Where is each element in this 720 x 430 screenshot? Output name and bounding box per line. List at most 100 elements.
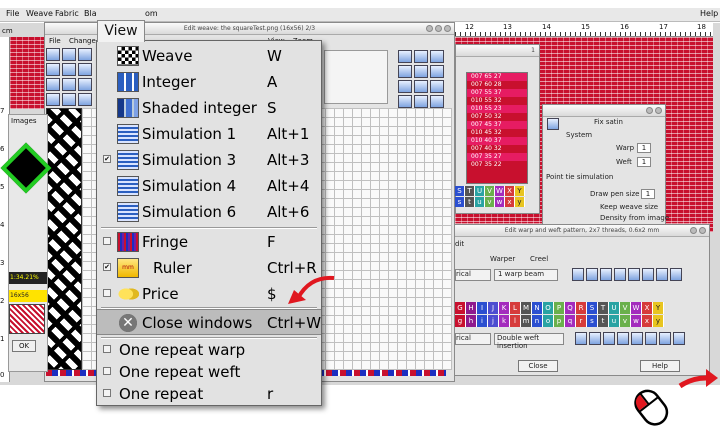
tool-icon[interactable]: [62, 63, 76, 76]
menu-file[interactable]: File: [6, 9, 19, 18]
arrow-down-icon[interactable]: [414, 95, 428, 108]
window-minimize-icon[interactable]: [426, 25, 433, 32]
tool-icon[interactable]: [46, 63, 60, 76]
menu-item-simulation-6[interactable]: Simulation 6 Alt+6: [97, 199, 321, 225]
pencil-icon[interactable]: [430, 50, 444, 63]
arrow-up-icon[interactable]: [398, 95, 412, 108]
color-list-item[interactable]: 007 35 22: [467, 161, 527, 169]
paint-icon[interactable]: [642, 268, 654, 281]
color-letter[interactable]: v: [485, 197, 495, 207]
window-close-icon[interactable]: [655, 107, 662, 114]
arrow-left-icon[interactable]: [398, 50, 412, 63]
color-list-item[interactable]: 007 55 37: [467, 89, 527, 97]
tool-icon[interactable]: [46, 93, 60, 106]
tool-icon[interactable]: [46, 78, 60, 91]
color-letter[interactable]: w: [495, 197, 505, 207]
color-letter[interactable]: s: [455, 197, 465, 207]
warp-letter[interactable]: s: [587, 315, 598, 327]
color-list-item[interactable]: 007 50 32: [467, 113, 527, 121]
creel-option[interactable]: Creel: [530, 255, 548, 263]
warp-letter[interactable]: H: [466, 302, 477, 314]
tool-icon[interactable]: [78, 63, 92, 76]
warp-letter[interactable]: l: [510, 315, 521, 327]
warp-letter[interactable]: r: [576, 315, 587, 327]
warp-letter[interactable]: O: [543, 302, 554, 314]
color-letter[interactable]: x: [505, 197, 515, 207]
arrow-up-icon[interactable]: [398, 80, 412, 93]
warp-letter[interactable]: k: [499, 315, 510, 327]
tool-icon[interactable]: [46, 48, 60, 61]
weave-pattern-column[interactable]: [46, 108, 82, 370]
menu-zoom[interactable]: om: [145, 9, 158, 18]
warp-letter[interactable]: w: [631, 315, 642, 327]
color-letter[interactable]: V: [485, 186, 495, 196]
keep-weave-size-toggle[interactable]: Keep weave size: [600, 203, 658, 211]
color-letter[interactable]: Y: [515, 186, 525, 196]
warp-letter[interactable]: I: [477, 302, 488, 314]
draw-pen-size-input[interactable]: 1: [641, 189, 655, 199]
arrow-right-icon[interactable]: [628, 268, 640, 281]
warp-letter[interactable]: R: [576, 302, 587, 314]
menu-item-close-windows[interactable]: ✕ Close windows Ctrl+W: [97, 309, 321, 335]
color-letter[interactable]: X: [505, 186, 515, 196]
window-minimize-icon[interactable]: [690, 227, 697, 234]
color-letter[interactable]: y: [515, 197, 525, 207]
warp-letter[interactable]: J: [488, 302, 499, 314]
warp-letter[interactable]: i: [477, 315, 488, 327]
tool-icon[interactable]: [78, 78, 92, 91]
menu-help[interactable]: Help: [700, 9, 718, 18]
direction-select-2[interactable]: rical: [455, 333, 491, 345]
color-list-item[interactable]: 007 60 28: [467, 81, 527, 89]
warp-letter[interactable]: t: [598, 315, 609, 327]
ok-button[interactable]: OK: [12, 340, 36, 352]
color-letter[interactable]: T: [465, 186, 475, 196]
density-from-image-toggle[interactable]: Density from image: [600, 214, 669, 222]
warp-letter[interactable]: M: [521, 302, 532, 314]
help-button[interactable]: Help: [640, 360, 680, 372]
color-list-item[interactable]: 010 40 37: [467, 137, 527, 145]
color-list-item[interactable]: 010 55 23: [467, 105, 527, 113]
color-list-item[interactable]: 010 55 32: [467, 97, 527, 105]
point-tie-simulation-label[interactable]: Point tie simulation: [546, 173, 613, 181]
warp-letter[interactable]: S: [587, 302, 598, 314]
tool-icon[interactable]: [62, 93, 76, 106]
window-maximize-icon[interactable]: [435, 25, 442, 32]
warp-letter[interactable]: h: [466, 315, 477, 327]
fix-satin-toggle[interactable]: Fix satin: [594, 118, 623, 126]
pencil-icon[interactable]: [430, 95, 444, 108]
arrow-down-icon[interactable]: [617, 332, 629, 345]
warp-letter[interactable]: q: [565, 315, 576, 327]
direction-select[interactable]: rical: [455, 269, 491, 281]
arrow-down-icon[interactable]: [414, 80, 428, 93]
pencil-icon[interactable]: [656, 268, 668, 281]
warp-letter[interactable]: V: [620, 302, 631, 314]
warp-beam-select[interactable]: 1 warp beam: [494, 269, 558, 281]
paint-icon[interactable]: [645, 332, 657, 345]
warp-letter[interactable]: W: [631, 302, 642, 314]
color-letter[interactable]: W: [495, 186, 505, 196]
pencil-icon[interactable]: [673, 332, 685, 345]
menu-item-one-repeat-weft[interactable]: One repeat weft: [97, 361, 321, 383]
warp-letter[interactable]: Y: [653, 302, 664, 314]
warp-letter[interactable]: U: [609, 302, 620, 314]
color-letter[interactable]: U: [475, 186, 485, 196]
color-letter[interactable]: S: [455, 186, 465, 196]
close-button[interactable]: Close: [518, 360, 558, 372]
tool-icon[interactable]: [603, 332, 615, 345]
warp-letter[interactable]: o: [543, 315, 554, 327]
menu-fabric[interactable]: Fabric: [55, 9, 79, 18]
weave-menu-file[interactable]: File: [49, 37, 61, 45]
view-menu-header[interactable]: View: [97, 20, 145, 42]
warp-letter[interactable]: N: [532, 302, 543, 314]
arrow-right-icon[interactable]: [414, 65, 428, 78]
tool-icon[interactable]: [589, 332, 601, 345]
tool-icon[interactable]: [575, 332, 587, 345]
tool-icon[interactable]: [62, 48, 76, 61]
pencil-icon[interactable]: [430, 80, 444, 93]
warp-letter[interactable]: K: [499, 302, 510, 314]
weft-insertion-select[interactable]: Double weft insertion: [494, 333, 564, 350]
weave-menu-change[interactable]: Change: [69, 37, 96, 45]
warper-option[interactable]: Warper: [490, 255, 515, 263]
arrow-left-icon[interactable]: [572, 268, 584, 281]
color-list-item[interactable]: 007 40 32: [467, 145, 527, 153]
